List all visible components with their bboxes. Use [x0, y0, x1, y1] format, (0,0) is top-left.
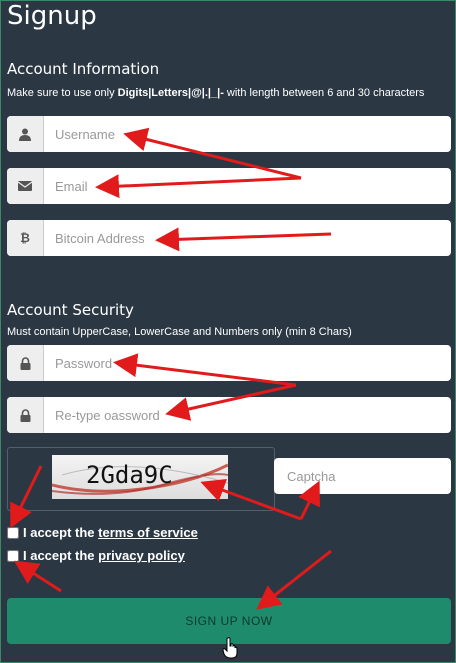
account-info-hint: Make sure to use only Digits|Letters|@|.… — [7, 87, 425, 99]
terms-checkbox[interactable] — [7, 526, 19, 539]
captcha-container: 2Gda9C — [7, 447, 275, 511]
username-input[interactable] — [44, 116, 451, 152]
hand-cursor-icon — [222, 637, 238, 659]
captcha-image: 2Gda9C — [52, 455, 228, 499]
lock-icon — [7, 397, 44, 433]
retype-password-field — [7, 397, 451, 433]
captcha-input[interactable] — [274, 458, 456, 494]
terms-label: I accept the — [23, 525, 99, 540]
arrow-privacy — [13, 560, 62, 593]
terms-row: I accept the terms of service — [7, 525, 198, 540]
privacy-checkbox[interactable] — [7, 549, 19, 562]
account-security-heading: Account Security — [7, 301, 134, 319]
email-input[interactable] — [44, 168, 451, 204]
user-icon — [7, 116, 44, 152]
privacy-row: I accept the privacy policy — [7, 548, 185, 563]
signup-form: Signup Account Information Make sure to … — [0, 0, 456, 663]
username-field — [7, 116, 451, 152]
password-field — [7, 345, 451, 381]
account-security-hint: Must contain UpperCase, LowerCase and Nu… — [7, 326, 352, 338]
bitcoin-input[interactable] — [44, 220, 451, 256]
envelope-icon — [7, 168, 44, 204]
account-info-heading: Account Information — [7, 60, 160, 78]
bitcoin-icon: ₿ — [7, 220, 44, 256]
privacy-label: I accept the — [23, 548, 99, 563]
password-input[interactable] — [44, 345, 451, 381]
retype-password-input[interactable] — [44, 397, 451, 433]
lock-icon — [7, 345, 44, 381]
captcha-text: 2Gda9C — [86, 461, 173, 489]
page-title: Signup — [7, 1, 97, 31]
captcha-field — [274, 458, 456, 494]
bitcoin-field: ₿ — [7, 220, 451, 256]
email-field — [7, 168, 451, 204]
terms-link[interactable]: terms of service — [98, 525, 198, 540]
privacy-link[interactable]: privacy policy — [98, 548, 185, 563]
